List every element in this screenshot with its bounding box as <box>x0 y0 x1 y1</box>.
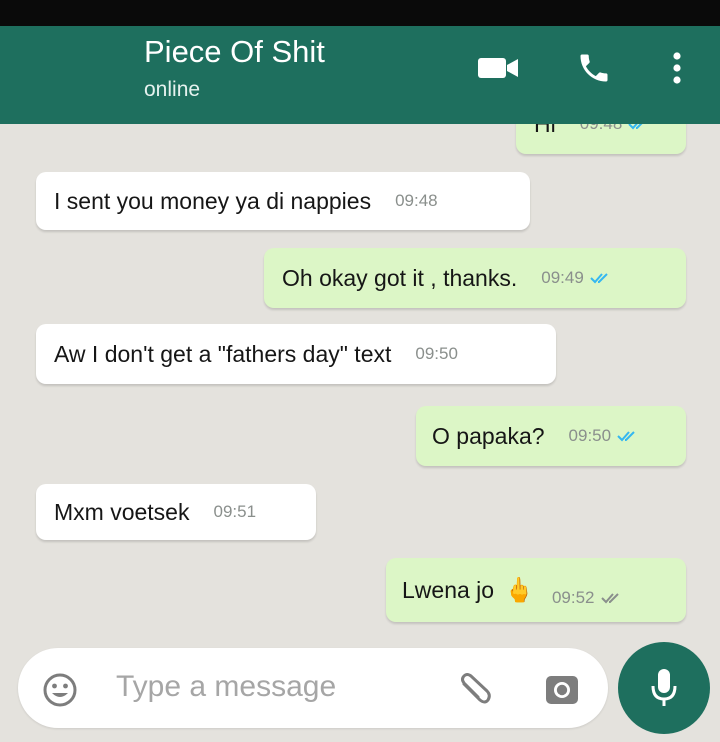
message-placeholder: Type a message <box>116 670 337 703</box>
message-text: Oh okay got it , thanks. <box>282 264 518 291</box>
message-text: Lwena jo <box>402 576 495 603</box>
attach-icon[interactable] <box>454 670 494 710</box>
contact-status: online <box>144 78 201 101</box>
read-receipt-icon <box>628 124 643 130</box>
message-text: Aw I don't get a "fathers day" text <box>54 340 392 367</box>
message-composer: Type a message <box>0 640 720 742</box>
middle-finger-emoji: 🖕 <box>504 576 534 604</box>
voice-call-icon[interactable] <box>572 48 616 88</box>
more-options-icon[interactable] <box>662 48 692 88</box>
message-text: Mxm voetsek <box>54 498 190 525</box>
message-bubble-incoming[interactable]: Mxm voetsek 09:51 <box>36 484 316 540</box>
video-call-icon[interactable] <box>474 48 524 88</box>
message-time: 09:48 <box>395 191 438 210</box>
message-bubble-outgoing[interactable]: Oh okay got it , thanks. 09:49 <box>264 248 686 308</box>
message-time: 09:48 <box>580 124 623 134</box>
sent-receipt-icon <box>600 593 619 604</box>
message-text: Hi <box>534 124 556 138</box>
mic-button[interactable] <box>618 642 710 734</box>
message-text: I sent you money ya di nappies <box>54 187 372 214</box>
status-bar <box>0 0 720 26</box>
message-bubble-outgoing[interactable]: O papaka? 09:50 <box>416 406 686 466</box>
mic-icon <box>651 669 677 706</box>
message-bubble-incoming[interactable]: Aw I don't get a "fathers day" text 09:5… <box>36 324 556 384</box>
message-bubble-incoming[interactable]: I sent you money ya di nappies 09:48 <box>36 172 530 230</box>
message-text: O papaka? <box>432 422 545 449</box>
message-input[interactable]: Type a message <box>18 648 608 728</box>
emoji-icon[interactable] <box>42 672 78 708</box>
contact-name[interactable]: Piece Of Shit <box>144 34 325 70</box>
read-receipt-icon <box>590 273 608 284</box>
message-list[interactable]: Hi 09:48 I sent you money ya di nappies … <box>0 124 720 640</box>
message-time: 09:50 <box>415 344 458 363</box>
message-bubble-outgoing[interactable]: Hi 09:48 <box>516 124 686 154</box>
message-time: 09:51 <box>213 502 257 521</box>
message-time: 09:52 <box>551 588 595 607</box>
read-receipt-icon <box>617 431 635 442</box>
message-bubble-outgoing[interactable]: Lwena jo 🖕 09:52 <box>386 558 686 622</box>
camera-icon[interactable] <box>544 672 580 706</box>
message-time: 09:49 <box>541 268 584 287</box>
chat-header: Piece Of Shit online <box>0 26 720 124</box>
message-time: 09:50 <box>568 426 612 445</box>
